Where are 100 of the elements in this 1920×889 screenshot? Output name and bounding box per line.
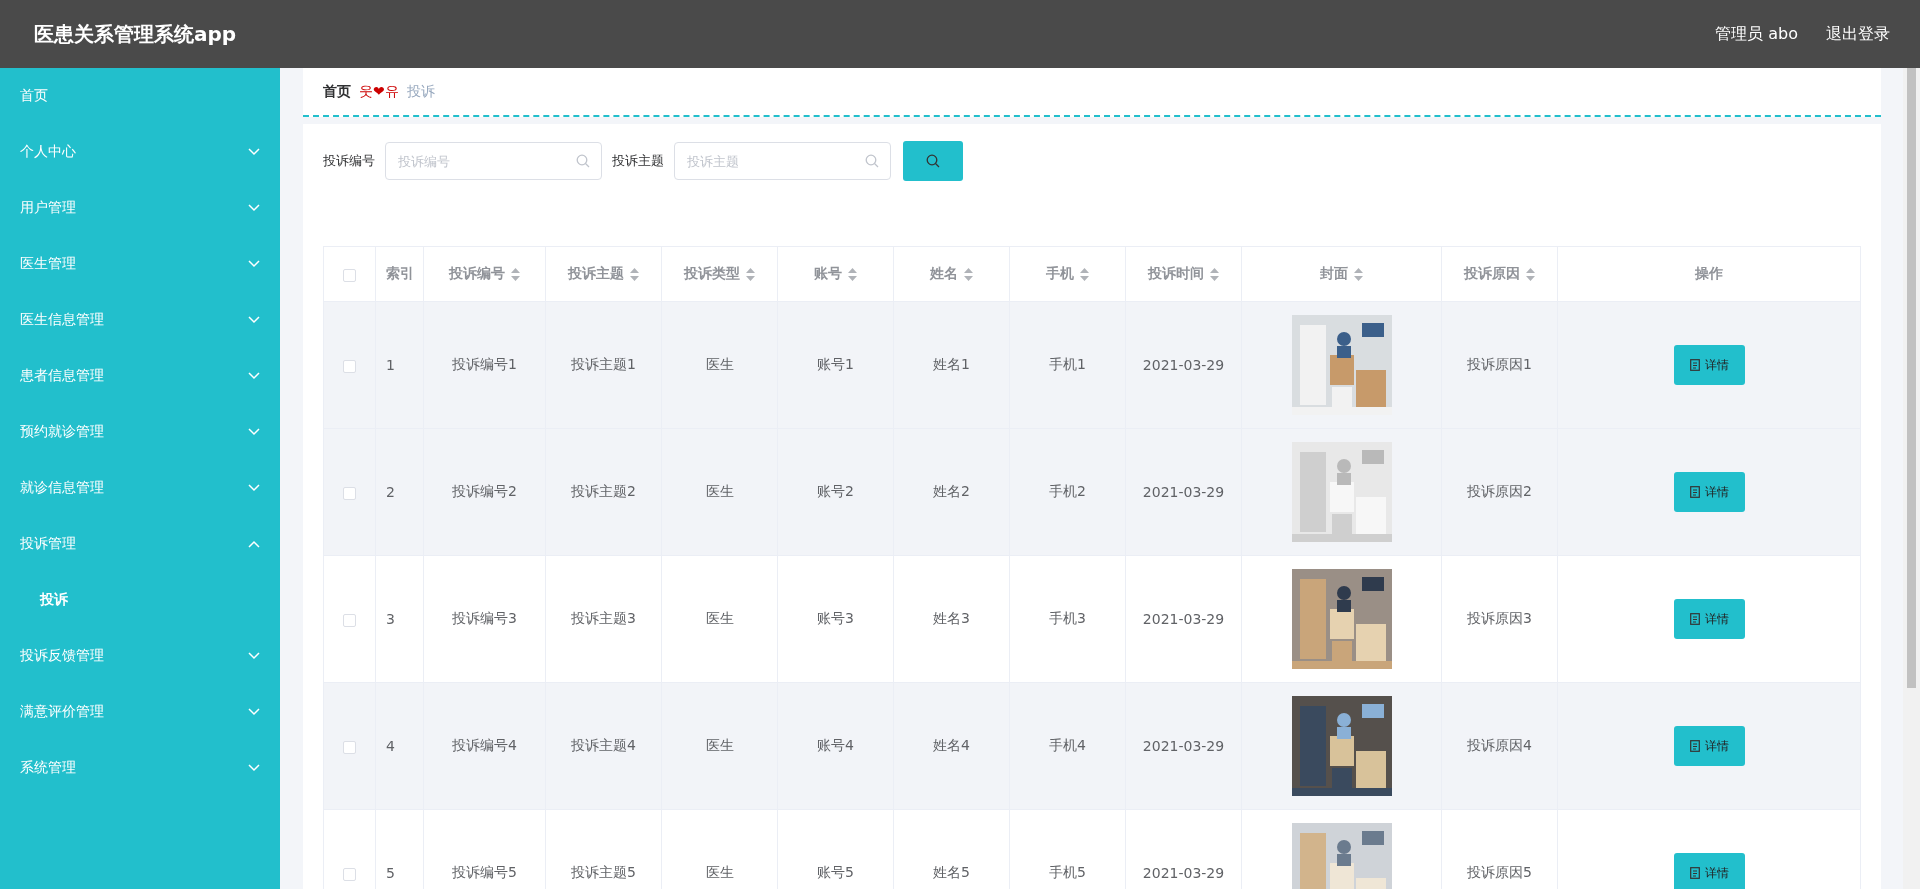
table-cell: 2021-03-29 [1142,357,1225,373]
menu-item[interactable]: 满意评价管理 [0,684,280,740]
table-cell: 投诉原因3 [1467,610,1532,626]
document-icon [1689,486,1700,498]
document-icon [1689,867,1700,879]
table-cell: 投诉主题1 [571,356,636,372]
user-name: 管理员 abo [1715,23,1798,45]
column-header[interactable]: 手机 [1046,265,1074,283]
table-cell: 手机5 [1049,864,1086,880]
checkbox[interactable] [343,359,356,373]
menu-item[interactable]: 系统管理 [0,740,280,796]
table-cell: 2 [386,484,395,500]
checkbox[interactable] [343,486,356,500]
detail-button[interactable]: 详情 [1673,345,1745,385]
breadcrumb-current: 投诉 [406,82,435,101]
menu-item[interactable]: 首页 [0,68,280,124]
checkbox[interactable] [343,867,356,881]
table-cell: 2021-03-29 [1142,611,1225,627]
column-header: 索引 [385,265,414,283]
table-cell: 投诉主题4 [571,737,636,753]
table-cell: 1 [386,357,395,373]
detail-button[interactable]: 详情 [1673,853,1745,889]
app-title: 医患关系管理系统app [34,20,238,48]
table-cell: 姓名4 [933,737,970,753]
column-header[interactable]: 账号 [814,265,842,283]
table-cell: 投诉编号3 [452,610,517,626]
breadcrumb-separator: 웃❤유 [359,82,399,101]
table-cell: 投诉主题5 [571,864,636,880]
menu-item[interactable]: 个人中心 [0,124,280,180]
menu-item[interactable]: 医生信息管理 [0,292,280,348]
scrollbar-thumb[interactable] [1907,68,1916,688]
table-cell: 3 [386,611,395,627]
table-cell: 投诉原因5 [1467,864,1532,880]
field-label: 投诉编号 [323,152,375,170]
table-cell: 医生 [705,864,734,880]
menu-item[interactable]: 预约就诊管理 [0,404,280,460]
sort-icon[interactable] [1210,267,1219,281]
table-cell: 账号2 [817,483,854,499]
table-cell: 账号3 [817,610,854,626]
table-cell: 手机4 [1049,737,1086,753]
search-field[interactable]: 投诉编号 [385,142,602,180]
logout-link[interactable]: 退出登录 [1826,23,1890,45]
sort-icon[interactable] [630,267,639,281]
search-icon [865,154,879,168]
menu-item[interactable]: 医生管理 [0,236,280,292]
table-cell: 4 [386,738,395,754]
menu-item[interactable]: 用户管理 [0,180,280,236]
table-cell: 姓名1 [933,356,970,372]
table-cell: 投诉编号1 [452,356,517,372]
table-cell: 账号4 [817,737,854,753]
table-cell: 姓名3 [933,610,970,626]
menu-item[interactable]: 投诉反馈管理 [0,628,280,684]
breadcrumb-link[interactable]: 首页 [323,82,351,101]
table-cell: 医生 [705,356,734,372]
sort-icon[interactable] [1354,267,1363,281]
column-header[interactable]: 投诉类型 [684,265,740,283]
checkbox[interactable] [343,268,356,282]
column-header[interactable]: 投诉主题 [568,265,624,283]
checkbox[interactable] [343,740,356,754]
table-cell: 投诉编号4 [452,737,517,753]
document-icon [1689,359,1700,371]
detail-button[interactable]: 详情 [1673,599,1745,639]
sort-icon[interactable] [1526,267,1535,281]
table-cell: 账号5 [817,864,854,880]
table-cell: 投诉原因4 [1467,737,1532,753]
column-header[interactable]: 投诉时间 [1148,265,1204,283]
sort-icon[interactable] [1080,267,1089,281]
menu-item[interactable]: 就诊信息管理 [0,460,280,516]
detail-button[interactable]: 详情 [1673,726,1745,766]
search-icon [926,154,940,168]
table-cell: 投诉主题2 [571,483,636,499]
search-icon [576,154,590,168]
column-header[interactable]: 姓名 [930,265,958,283]
sort-icon[interactable] [746,267,755,281]
menu-item[interactable]: 患者信息管理 [0,348,280,404]
column-header[interactable]: 投诉编号 [449,265,505,283]
document-icon [1689,740,1700,752]
table-cell: 医生 [705,483,734,499]
search-button[interactable] [903,141,963,181]
table-cell: 手机1 [1049,356,1086,372]
table-cell: 医生 [705,610,734,626]
table-cell: 姓名2 [933,483,970,499]
table-cell: 投诉原因1 [1467,356,1532,372]
checkbox[interactable] [343,613,356,627]
column-header[interactable]: 投诉原因 [1464,265,1520,283]
table-cell: 2021-03-29 [1142,865,1225,881]
sort-icon[interactable] [964,267,973,281]
menu-item[interactable]: 投诉管理 [0,516,280,572]
sort-icon[interactable] [848,267,857,281]
table-cell: 手机3 [1049,610,1086,626]
table-cell: 姓名5 [933,864,970,880]
search-field[interactable]: 投诉主题 [674,142,891,180]
sort-icon[interactable] [511,267,520,281]
submenu-item[interactable]: 投诉 [0,572,280,628]
detail-button[interactable]: 详情 [1673,472,1745,512]
column-header: 操作 [1695,265,1723,283]
column-header[interactable]: 封面 [1320,265,1348,283]
table-cell: 5 [386,865,395,881]
table-cell: 医生 [705,737,734,753]
field-label: 投诉主题 [612,152,664,170]
